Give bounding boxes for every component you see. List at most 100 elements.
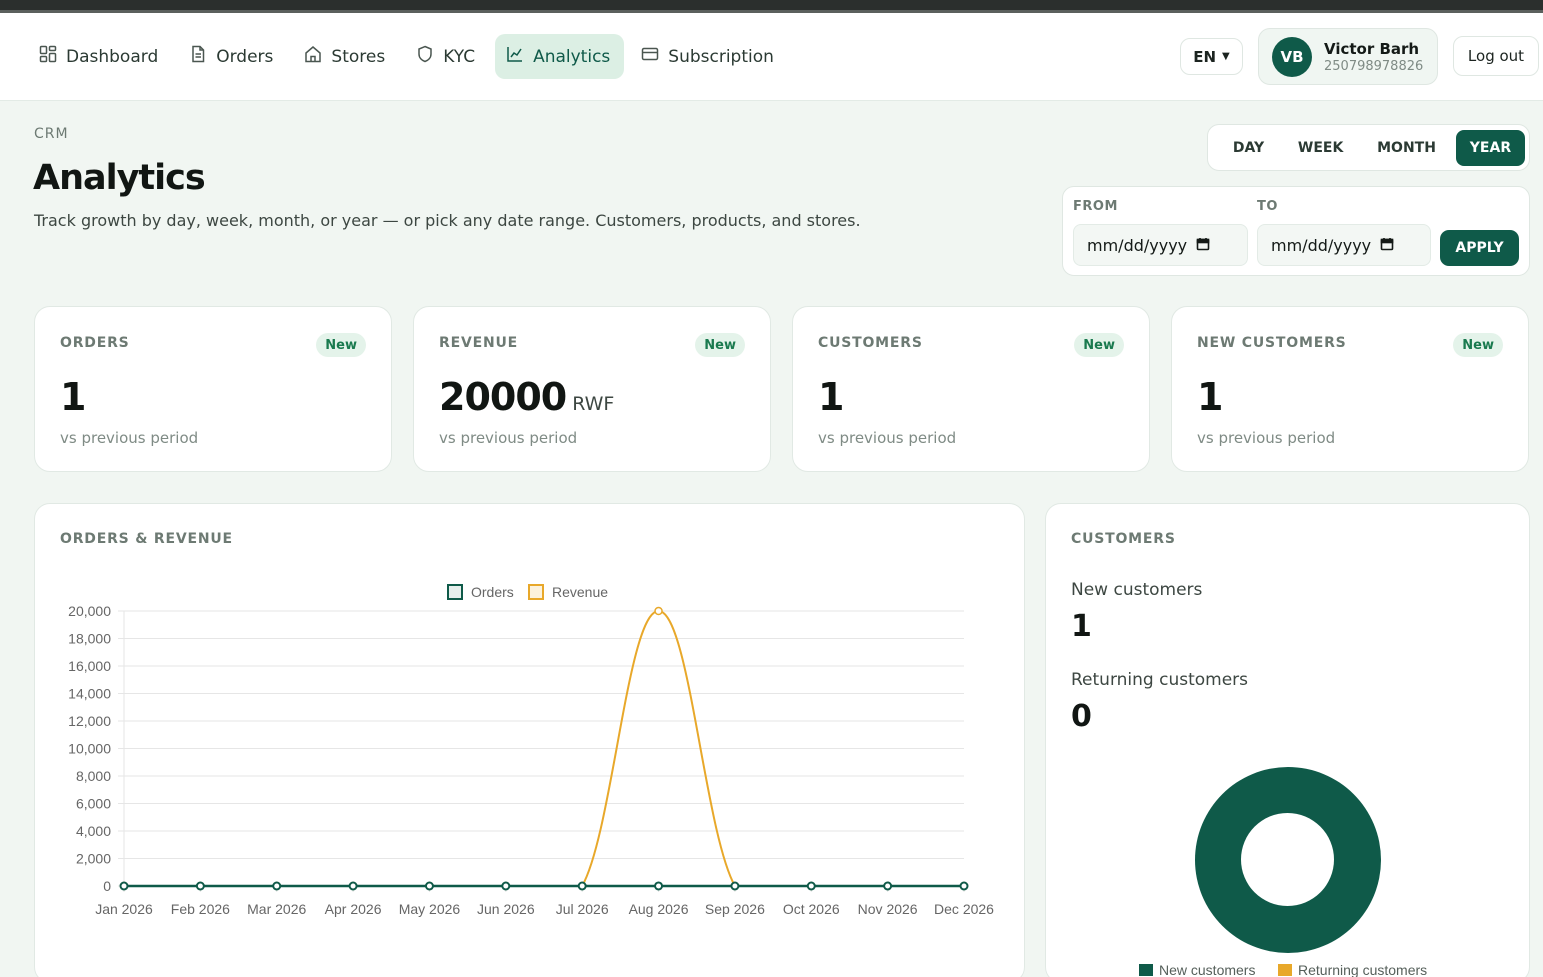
stat-number: 1 <box>60 375 86 419</box>
orders-point <box>883 881 893 891</box>
stat-value: 1 <box>818 375 844 419</box>
stat-subtext: vs previous period <box>439 429 578 447</box>
x-tick-label: Sep 2026 <box>705 901 765 917</box>
stat-value: 1 <box>1197 375 1223 419</box>
apply-button[interactable]: APPLY <box>1440 230 1519 266</box>
x-tick-label: Jun 2026 <box>477 901 535 917</box>
legend-returning-customers[interactable]: Returning customers <box>1278 962 1427 977</box>
to-label: TO <box>1257 199 1278 214</box>
breadcrumb: CRM <box>34 126 69 142</box>
page-subtitle: Track growth by day, week, month, or yea… <box>34 211 861 230</box>
home-icon <box>303 44 323 69</box>
nav-item-kyc[interactable]: KYC <box>405 34 489 79</box>
legend-label: New customers <box>1159 962 1256 977</box>
period-selector: DAY WEEK MONTH YEAR <box>1207 124 1530 171</box>
period-year[interactable]: YEAR <box>1455 129 1525 166</box>
nav-label: Stores <box>331 46 386 67</box>
x-tick-label: Jul 2026 <box>556 901 609 917</box>
stat-subtext: vs previous period <box>60 429 199 447</box>
y-tick-label: 14,000 <box>68 686 111 702</box>
user-phone: 250798978826 <box>1324 58 1424 74</box>
line-chart-icon <box>505 44 525 69</box>
nav-label: Dashboard <box>66 46 159 67</box>
period-week[interactable]: WEEK <box>1284 130 1357 166</box>
nav-item-orders[interactable]: Orders <box>178 34 287 79</box>
nav-label: Subscription <box>668 46 774 67</box>
y-tick-label: 0 <box>103 878 111 894</box>
legend-swatch <box>1139 964 1153 976</box>
period-day[interactable]: DAY <box>1213 130 1284 166</box>
customers-panel: CUSTOMERS New customers 1 Returning cust… <box>1045 503 1530 977</box>
orders-point <box>577 881 587 891</box>
to-date-input[interactable]: mm/dd/yyyy <box>1257 224 1431 266</box>
x-tick-label: May 2026 <box>399 901 461 917</box>
new-customers-label: New customers <box>1071 580 1203 600</box>
status-badge: New <box>1074 333 1124 357</box>
dashboard-grid-icon <box>38 44 58 69</box>
y-tick-label: 10,000 <box>68 741 111 757</box>
orders-revenue-chart: 20,000 18,000 16,000 14,000 12,000 10,000 8,00… <box>68 584 994 917</box>
legend-swatch <box>1278 964 1292 976</box>
avatar: VB <box>1272 36 1312 77</box>
orders-point <box>959 881 969 891</box>
date-range-filter: FROM mm/dd/yyyy TO mm/dd/yyyy APPLY <box>1062 186 1530 276</box>
stat-subtext: vs previous period <box>818 429 957 447</box>
x-tick-label: Jan 2026 <box>95 901 153 917</box>
stat-number: 1 <box>1197 375 1223 419</box>
x-tick-label: Aug 2026 <box>629 901 689 917</box>
status-badge: New <box>316 333 366 357</box>
orders-revenue-panel: 20,000 18,000 16,000 14,000 12,000 10,000 8,00… <box>34 503 1025 977</box>
y-tick-label: 2,000 <box>76 851 111 867</box>
y-tick-label: 12,000 <box>68 713 111 729</box>
revenue-point <box>654 606 663 616</box>
legend-label-orders: Orders <box>471 584 514 600</box>
legend-label: Returning customers <box>1298 962 1428 977</box>
orders-point <box>730 881 740 891</box>
status-badge: New <box>1453 333 1503 357</box>
orders-point <box>195 881 205 891</box>
stat-card-orders: ORDERS New 1 vs previous period <box>34 306 392 472</box>
nav-item-stores[interactable]: Stores <box>293 34 399 79</box>
x-tick-label: Dec 2026 <box>934 901 994 917</box>
returning-customers-value: 0 <box>1071 699 1092 734</box>
legend-swatch-orders <box>447 584 463 600</box>
to-date-placeholder: mm/dd/yyyy <box>1271 235 1372 255</box>
new-customers-value: 1 <box>1071 609 1092 644</box>
orders-point <box>654 881 664 891</box>
shield-icon <box>415 44 435 69</box>
stat-subtext: vs previous period <box>1197 429 1336 447</box>
panel-title: CUSTOMERS <box>1071 531 1176 547</box>
logout-button[interactable]: Log out <box>1453 36 1539 76</box>
x-tick-label: Mar 2026 <box>247 901 306 917</box>
x-tick-label: Apr 2026 <box>325 901 382 917</box>
from-date-placeholder: mm/dd/yyyy <box>1087 235 1188 255</box>
legend-swatch-revenue <box>528 584 544 600</box>
donut-hole <box>1241 813 1334 906</box>
user-menu[interactable]: VB Victor Barh 250798978826 <box>1258 28 1438 85</box>
nav-item-subscription[interactable]: Subscription <box>630 34 788 79</box>
returning-customers-label: Returning customers <box>1071 670 1249 690</box>
stat-card-new-customers: NEW CUSTOMERS New 1 vs previous period <box>1171 306 1529 472</box>
nav-item-dashboard[interactable]: Dashboard <box>28 34 172 79</box>
period-month[interactable]: MONTH <box>1357 130 1456 166</box>
orders-point <box>424 881 434 891</box>
stat-card-customers: CUSTOMERS New 1 vs previous period <box>792 306 1150 472</box>
page-title: Analytics <box>33 158 206 198</box>
y-tick-label: 6,000 <box>76 796 111 812</box>
nav-item-analytics[interactable]: Analytics <box>495 34 625 79</box>
document-icon <box>188 44 208 69</box>
nav-label: Analytics <box>533 46 611 67</box>
stat-label: NEW CUSTOMERS <box>1197 335 1347 351</box>
customers-donut-chart <box>1195 767 1381 953</box>
calendar-icon <box>1196 236 1210 255</box>
panel-title: ORDERS & REVENUE <box>60 531 233 547</box>
x-tick-label: Feb 2026 <box>171 901 230 917</box>
stat-card-revenue: REVENUE New 20000 RWF vs previous period <box>413 306 771 472</box>
stat-value: 20000 RWF <box>439 375 614 419</box>
legend-new-customers[interactable]: New customers <box>1139 962 1255 977</box>
language-select[interactable]: EN ▼ <box>1180 38 1243 75</box>
orders-point <box>119 881 129 891</box>
from-date-input[interactable]: mm/dd/yyyy <box>1073 224 1248 266</box>
legend-label-revenue: Revenue <box>552 584 608 600</box>
calendar-icon <box>1380 236 1394 255</box>
